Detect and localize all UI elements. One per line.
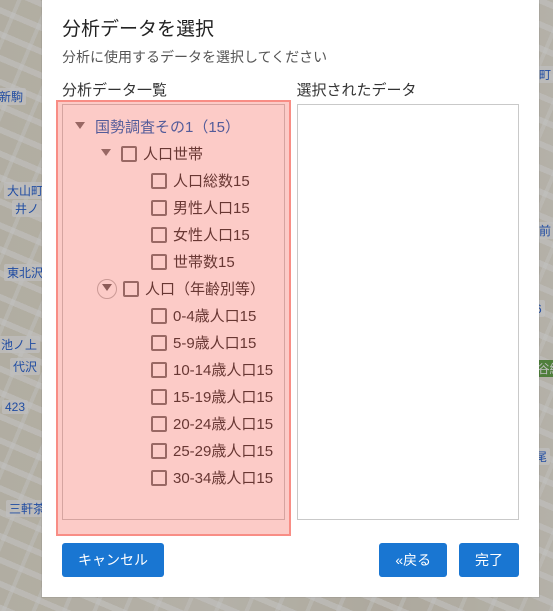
checkbox[interactable] (123, 281, 139, 297)
tree-leaf-label: 男性人口15 (173, 197, 250, 218)
tree-group-label: 人口（年齢別等） (145, 278, 265, 299)
dialog-header: 分析データを選択 分析に使用するデータを選択してください (42, 0, 539, 73)
available-data-tree[interactable]: 国勢調査その1（15） 人口世帯 (62, 104, 285, 520)
dialog-title: 分析データを選択 (62, 14, 519, 41)
tree-group-children: 人口総数15 男性人口15 女性人口15 (93, 167, 280, 275)
available-data-heading: 分析データ一覧 (62, 79, 285, 100)
tree-leaf[interactable]: 5-9歳人口15 (123, 329, 280, 356)
tree-group-children: 0-4歳人口15 5-9歳人口15 10 (93, 302, 280, 491)
tree-leaf-label: 人口総数15 (173, 170, 250, 191)
tree-leaf[interactable]: 女性人口15 (123, 221, 280, 248)
tree-group-label: 人口世帯 (143, 143, 203, 164)
footer-right-group: «戻る 完了 (379, 543, 519, 577)
tree-leaf[interactable]: 10-14歳人口15 (123, 356, 280, 383)
tree-group[interactable]: 人口世帯 (93, 140, 280, 167)
tree-leaf[interactable]: 男性人口15 (123, 194, 280, 221)
tree-category-label: 国勢調査その1（15） (95, 116, 240, 137)
tree-leaf-label: 世帯数15 (173, 251, 235, 272)
tree-leaf[interactable]: 15-19歳人口15 (123, 383, 280, 410)
tree-leaf-label: 10-14歳人口15 (173, 359, 273, 380)
tree-leaf-label: 20-24歳人口15 (173, 413, 273, 434)
checkbox[interactable] (121, 146, 137, 162)
tree-leaf[interactable]: 人口総数15 (123, 167, 280, 194)
tree-leaf-label: 0-4歳人口15 (173, 305, 256, 326)
tree-group[interactable]: 人口（年齢別等） (93, 275, 280, 302)
expand-icon[interactable] (97, 145, 115, 163)
checkbox[interactable] (151, 173, 167, 189)
expand-icon[interactable] (97, 279, 117, 299)
tree-leaf-label: 女性人口15 (173, 224, 250, 245)
tree-leaf-label: 15-19歳人口15 (173, 386, 273, 407)
checkbox[interactable] (151, 335, 167, 351)
footer-left-group: キャンセル (62, 543, 164, 577)
tree-leaf[interactable]: 0-4歳人口15 (123, 302, 280, 329)
cancel-button[interactable]: キャンセル (62, 543, 164, 577)
available-list-wrap: 国勢調査その1（15） 人口世帯 (62, 104, 285, 525)
selected-data-column: 選択されたデータ (297, 79, 520, 525)
available-data-column: 分析データ一覧 国勢調査その1（15） (62, 79, 285, 525)
selected-data-list[interactable] (297, 104, 520, 520)
checkbox[interactable] (151, 470, 167, 486)
checkbox[interactable] (151, 254, 167, 270)
expand-icon[interactable] (71, 118, 89, 136)
back-button-label: «戻る (395, 550, 431, 570)
checkbox[interactable] (151, 389, 167, 405)
dialog-body: 分析データ一覧 国勢調査その1（15） (42, 73, 539, 525)
back-button[interactable]: «戻る (379, 543, 447, 577)
dialog-subtitle: 分析に使用するデータを選択してください (62, 47, 519, 67)
checkbox[interactable] (151, 416, 167, 432)
tree-leaf-label: 25-29歳人口15 (173, 440, 273, 461)
select-data-dialog: 分析データを選択 分析に使用するデータを選択してください 分析データ一覧 国勢調… (42, 0, 539, 597)
selected-data-heading: 選択されたデータ (297, 79, 520, 100)
tree-category[interactable]: 国勢調査その1（15） (67, 113, 280, 140)
checkbox[interactable] (151, 227, 167, 243)
selected-list-wrap (297, 104, 520, 525)
tree-leaf[interactable]: 25-29歳人口15 (123, 437, 280, 464)
dialog-footer: キャンセル «戻る 完了 (42, 525, 539, 597)
finish-button-label: 完了 (475, 550, 503, 570)
tree-leaf-label: 30-34歳人口15 (173, 467, 273, 488)
tree-leaf[interactable]: 世帯数15 (123, 248, 280, 275)
checkbox[interactable] (151, 308, 167, 324)
tree-leaf-label: 5-9歳人口15 (173, 332, 256, 353)
cancel-button-label: キャンセル (78, 550, 148, 570)
checkbox[interactable] (151, 443, 167, 459)
checkbox[interactable] (151, 200, 167, 216)
checkbox[interactable] (151, 362, 167, 378)
finish-button[interactable]: 完了 (459, 543, 519, 577)
tree-leaf[interactable]: 20-24歳人口15 (123, 410, 280, 437)
tree-leaf[interactable]: 30-34歳人口15 (123, 464, 280, 491)
